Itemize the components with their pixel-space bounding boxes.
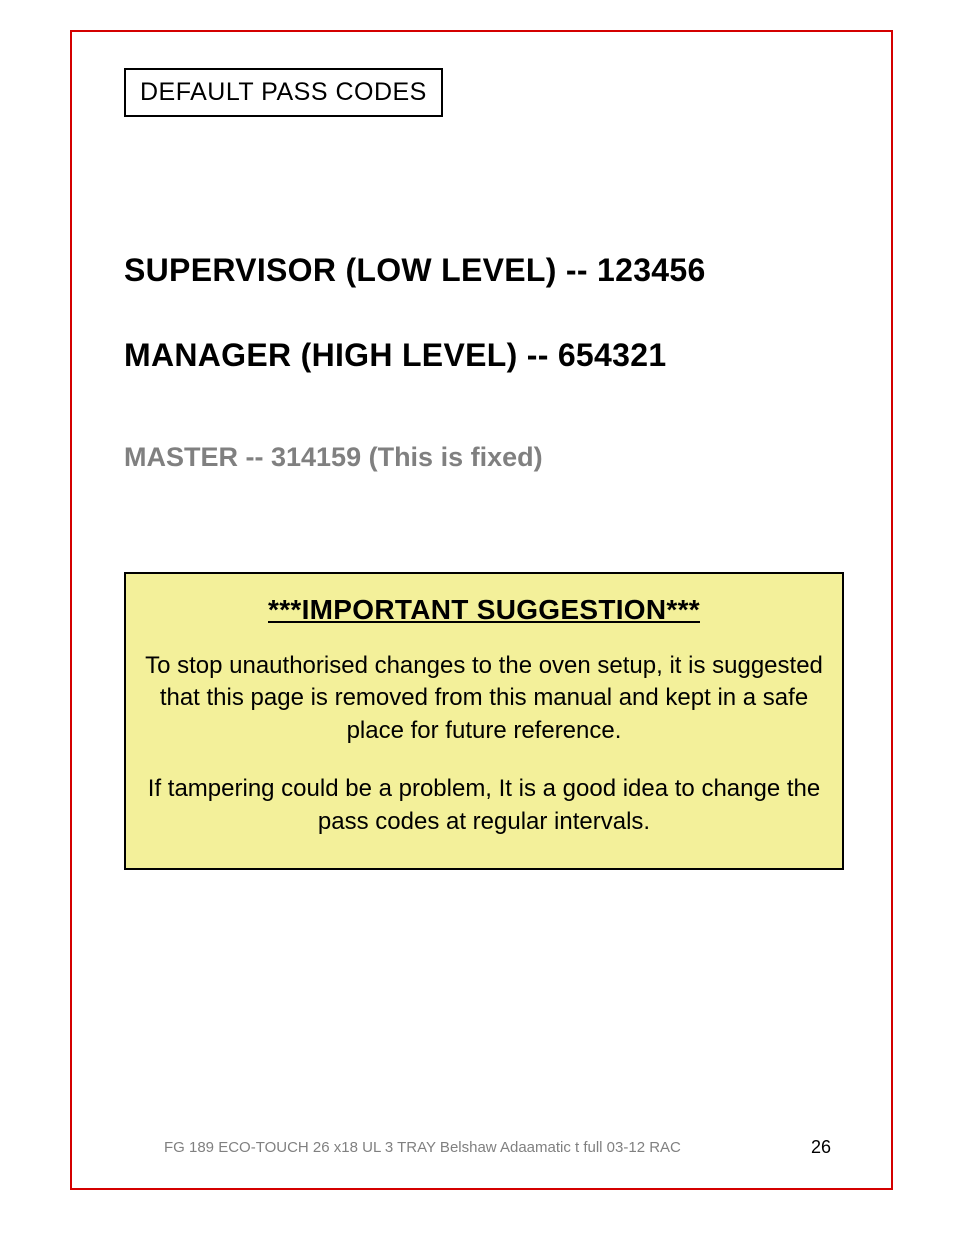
callout-title: ***IMPORTANT SUGGESTION***: [144, 594, 824, 626]
footer-reference: FG 189 ECO-TOUCH 26 x18 UL 3 TRAY Belsha…: [164, 1139, 681, 1156]
supervisor-passcode: SUPERVISOR (LOW LEVEL) -- 123456: [124, 252, 844, 289]
section-title: DEFAULT PASS CODES: [140, 78, 427, 106]
callout-paragraph-2: If tampering could be a problem, It is a…: [144, 773, 824, 838]
manager-passcode: MANAGER (HIGH LEVEL) -- 654321: [124, 337, 844, 374]
page-frame: DEFAULT PASS CODES SUPERVISOR (LOW LEVEL…: [70, 30, 893, 1190]
master-passcode: MASTER -- 314159 (This is fixed): [124, 442, 543, 473]
page-number: 26: [811, 1137, 831, 1158]
document-page: DEFAULT PASS CODES SUPERVISOR (LOW LEVEL…: [0, 0, 954, 1235]
section-title-box: DEFAULT PASS CODES: [124, 68, 443, 117]
callout-paragraph-1: To stop unauthorised changes to the oven…: [144, 650, 824, 747]
passcode-block: SUPERVISOR (LOW LEVEL) -- 123456 MANAGER…: [124, 252, 844, 422]
important-callout: ***IMPORTANT SUGGESTION*** To stop unaut…: [124, 572, 844, 870]
